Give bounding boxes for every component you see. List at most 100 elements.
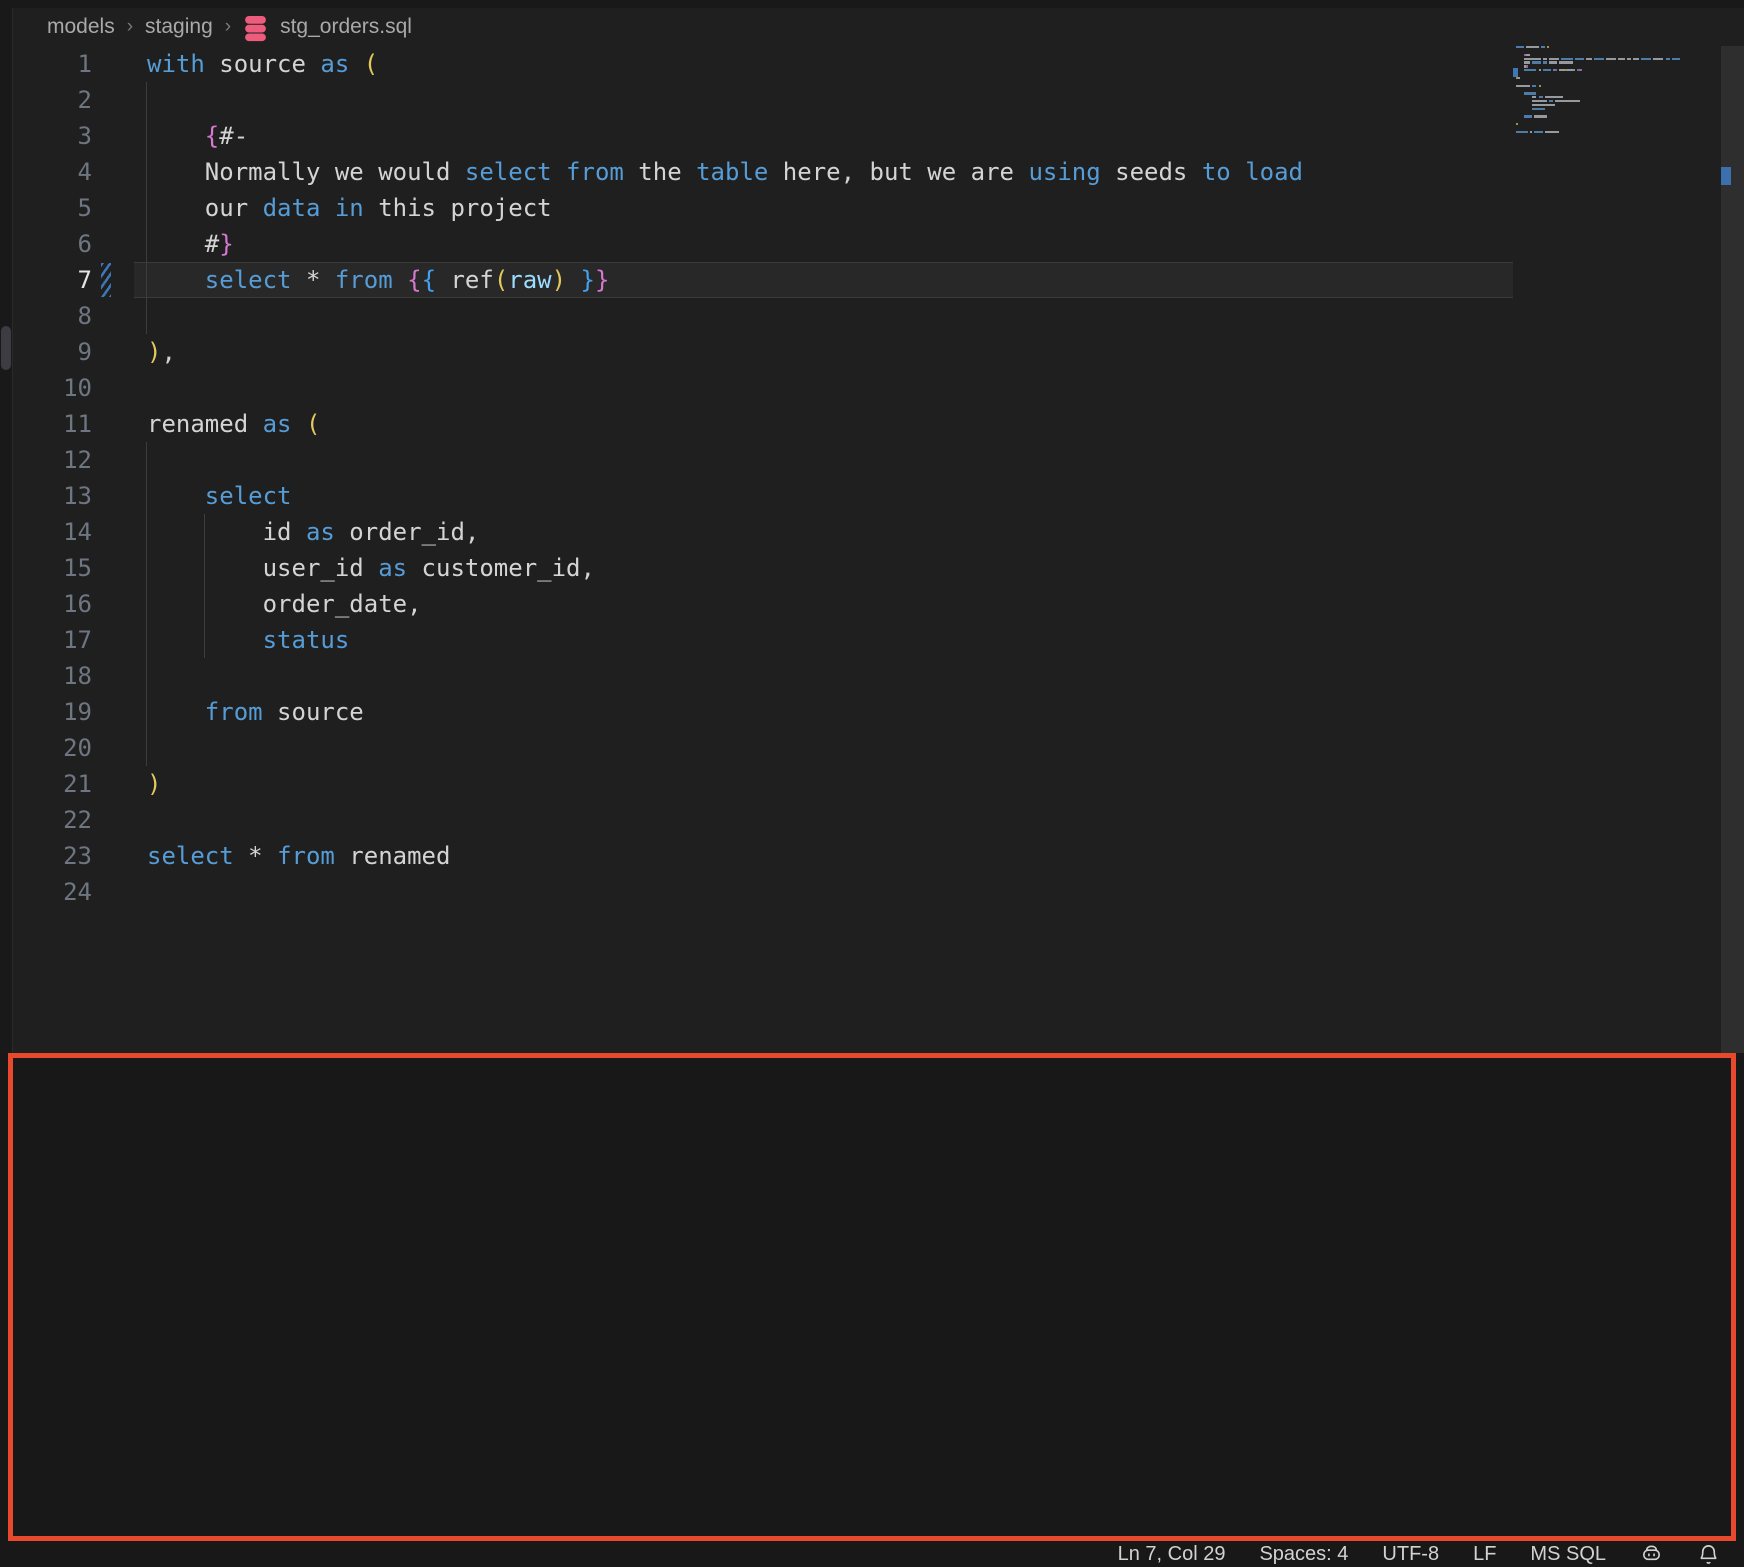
code-text: ), — [147, 334, 176, 370]
minimap-line — [1516, 69, 1582, 71]
code-line[interactable]: 18 — [13, 658, 1516, 694]
database-icon — [243, 15, 268, 42]
code-line[interactable]: 4 Normally we would select from the tabl… — [13, 154, 1516, 190]
code-line[interactable]: 5 our data in this project — [13, 190, 1516, 226]
minimap-line — [1516, 85, 1541, 87]
line-number: 15 — [13, 550, 92, 586]
code-text: #} — [147, 226, 234, 262]
code-line[interactable]: 23 select * from renamed — [13, 838, 1516, 874]
code-text: status — [147, 622, 349, 658]
breadcrumb-folder[interactable]: models — [47, 15, 115, 39]
minimap-line — [1516, 46, 1549, 48]
breadcrumb-separator: › — [127, 16, 133, 38]
line-number: 17 — [13, 622, 92, 658]
line-number: 20 — [13, 730, 92, 766]
code-editor[interactable]: 1with source as (23 {#-4 Normally we wou… — [13, 46, 1516, 926]
code-line[interactable]: 3 {#- — [13, 118, 1516, 154]
vscode-window: models › staging › stg_orders.sql 1 with … — [0, 0, 1744, 1567]
code-text: order_date, — [147, 586, 422, 622]
breadcrumb: models › staging › stg_orders.sql — [47, 8, 412, 46]
minimap-modified-marker — [1513, 68, 1518, 77]
code-line[interactable]: 7 select * from {{ ref(raw) }} — [13, 262, 1516, 298]
status-indentation[interactable]: Spaces: 4 — [1259, 1541, 1348, 1567]
modified-line-marker — [101, 263, 111, 297]
code-line[interactable]: 24 — [13, 874, 1516, 910]
minimap-line — [1516, 131, 1559, 133]
line-number: 11 — [13, 406, 92, 442]
line-number: 21 — [13, 766, 92, 802]
code-text: id as order_id, — [147, 514, 479, 550]
code-line[interactable]: 11 renamed as ( — [13, 406, 1516, 442]
line-number: 5 — [13, 190, 92, 226]
status-eol[interactable]: LF — [1473, 1541, 1496, 1567]
minimap-line — [1516, 61, 1573, 63]
status-language-mode[interactable]: MS SQL — [1530, 1541, 1606, 1567]
code-line[interactable]: 1 with source as ( — [13, 46, 1516, 82]
minimap[interactable] — [1516, 46, 1716, 166]
code-text: from source — [147, 694, 364, 730]
breadcrumb-file[interactable]: stg_orders.sql — [280, 15, 412, 39]
code-text: our data in this project — [147, 190, 552, 226]
line-number: 1 — [13, 46, 92, 82]
bell-icon[interactable] — [1697, 1543, 1720, 1566]
code-line[interactable]: 15 user_id as customer_id, — [13, 550, 1516, 586]
minimap-line — [1516, 123, 1518, 125]
code-line[interactable]: 6 #} — [13, 226, 1516, 262]
code-line[interactable]: 17 status — [13, 622, 1516, 658]
minimap-line — [1516, 77, 1520, 79]
code-line[interactable]: 10 — [13, 370, 1516, 406]
minimap-line — [1516, 108, 1545, 110]
editor-scrollbar[interactable] — [1721, 46, 1744, 1053]
breadcrumb-separator: › — [225, 16, 231, 38]
code-line[interactable]: 8 — [13, 298, 1516, 334]
code-text: with source as ( — [147, 46, 378, 82]
line-number: 10 — [13, 370, 92, 406]
minimap-line — [1516, 92, 1536, 94]
minimap-line — [1516, 96, 1563, 98]
status-bar: Ln 7, Col 29 Spaces: 4 UTF-8 LF MS SQL — [0, 1541, 1744, 1567]
line-number: 22 — [13, 802, 92, 838]
code-line[interactable]: 12 — [13, 442, 1516, 478]
left-scrollbar-thumb[interactable] — [1, 326, 11, 370]
minimap-line — [1516, 100, 1580, 102]
code-text: select * from {{ ref(raw) }} — [147, 262, 609, 298]
code-line[interactable]: 22 — [13, 802, 1516, 838]
line-number: 6 — [13, 226, 92, 262]
line-number: 13 — [13, 478, 92, 514]
indent-guide — [146, 442, 147, 766]
line-number: 8 — [13, 298, 92, 334]
minimap-line — [1516, 104, 1555, 106]
line-number: 14 — [13, 514, 92, 550]
code-line[interactable]: 19 from source — [13, 694, 1516, 730]
code-text: Normally we would select from the table … — [147, 154, 1303, 190]
left-gutter-strip — [0, 8, 13, 1053]
code-text: user_id as customer_id, — [147, 550, 595, 586]
code-line[interactable]: 16 order_date, — [13, 586, 1516, 622]
line-number: 2 — [13, 82, 92, 118]
status-cursor-position[interactable]: Ln 7, Col 29 — [1118, 1541, 1226, 1567]
code-text: {#- — [147, 118, 248, 154]
code-line[interactable]: 21) — [13, 766, 1516, 802]
minimap-line — [1516, 115, 1547, 117]
code-line[interactable]: 13 select — [13, 478, 1516, 514]
line-number: 18 — [13, 658, 92, 694]
code-text: renamed as ( — [147, 406, 320, 442]
line-number: 19 — [13, 694, 92, 730]
overview-ruler-modified-marker — [1721, 167, 1731, 185]
code-line[interactable]: 2 — [13, 82, 1516, 118]
line-number: 4 — [13, 154, 92, 190]
minimap-line — [1516, 54, 1530, 56]
breadcrumb-folder[interactable]: staging — [145, 15, 213, 39]
code-line[interactable]: 9), — [13, 334, 1516, 370]
line-number: 23 — [13, 838, 92, 874]
line-number: 7 — [13, 262, 92, 298]
copilot-icon[interactable] — [1640, 1543, 1663, 1566]
code-text: select * from renamed — [147, 838, 450, 874]
code-text: select — [147, 478, 292, 514]
line-number: 12 — [13, 442, 92, 478]
line-number: 3 — [13, 118, 92, 154]
code-line[interactable]: 20 — [13, 730, 1516, 766]
code-line[interactable]: 14 id as order_id, — [13, 514, 1516, 550]
status-encoding[interactable]: UTF-8 — [1382, 1541, 1439, 1567]
indent-guide — [146, 82, 147, 334]
